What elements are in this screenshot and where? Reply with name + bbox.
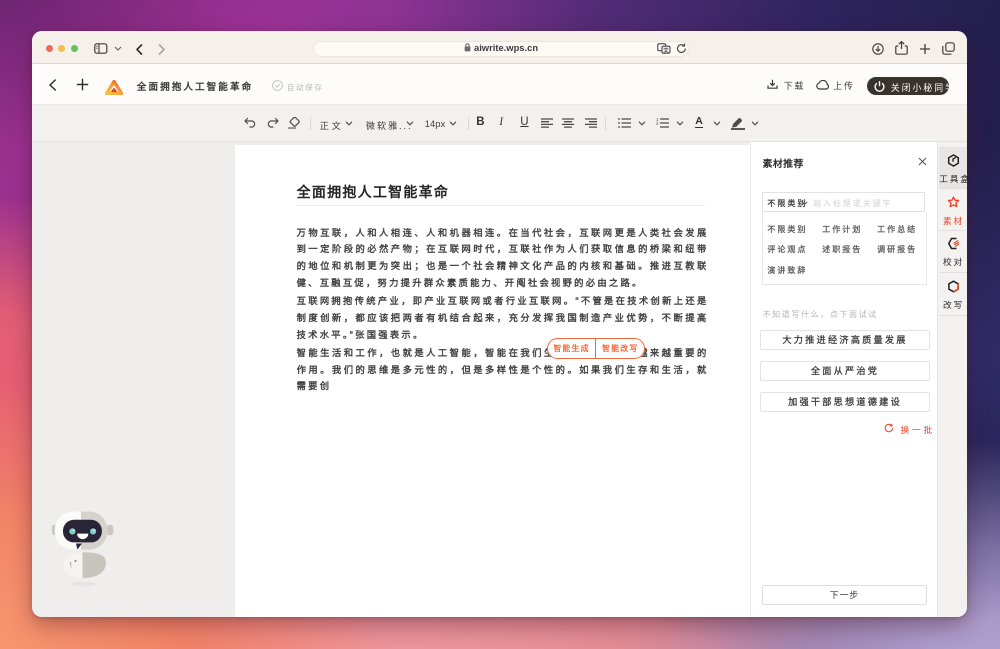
svg-text:2: 2	[656, 121, 659, 126]
